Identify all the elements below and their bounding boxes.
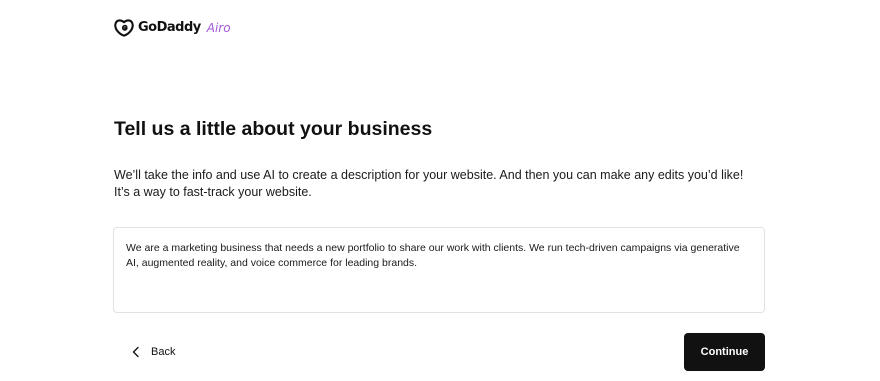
brand-logo[interactable]: GoDaddy Airo <box>114 19 231 37</box>
business-description-field[interactable]: We are a marketing business that needs a… <box>113 227 765 313</box>
description-line: It’s a way to fast-track your website. <box>114 185 312 199</box>
godaddy-logo-icon <box>114 19 134 37</box>
page-title: Tell us a little about your business <box>114 118 433 140</box>
back-button[interactable]: Back <box>131 341 175 363</box>
page-description: We’ll take the info and use AI to create… <box>114 167 764 201</box>
description-line: We’ll take the info and use AI to create… <box>114 168 744 182</box>
brand-name: GoDaddy <box>138 20 201 35</box>
continue-button[interactable]: Continue <box>684 333 765 371</box>
back-button-label: Back <box>151 346 176 358</box>
page: GoDaddy Airo Tell us a little about your… <box>0 0 880 381</box>
chevron-left-icon <box>132 346 139 358</box>
business-description-textarea[interactable]: We are a marketing business that needs a… <box>126 241 752 299</box>
brand-product-name: Airo <box>206 21 231 35</box>
